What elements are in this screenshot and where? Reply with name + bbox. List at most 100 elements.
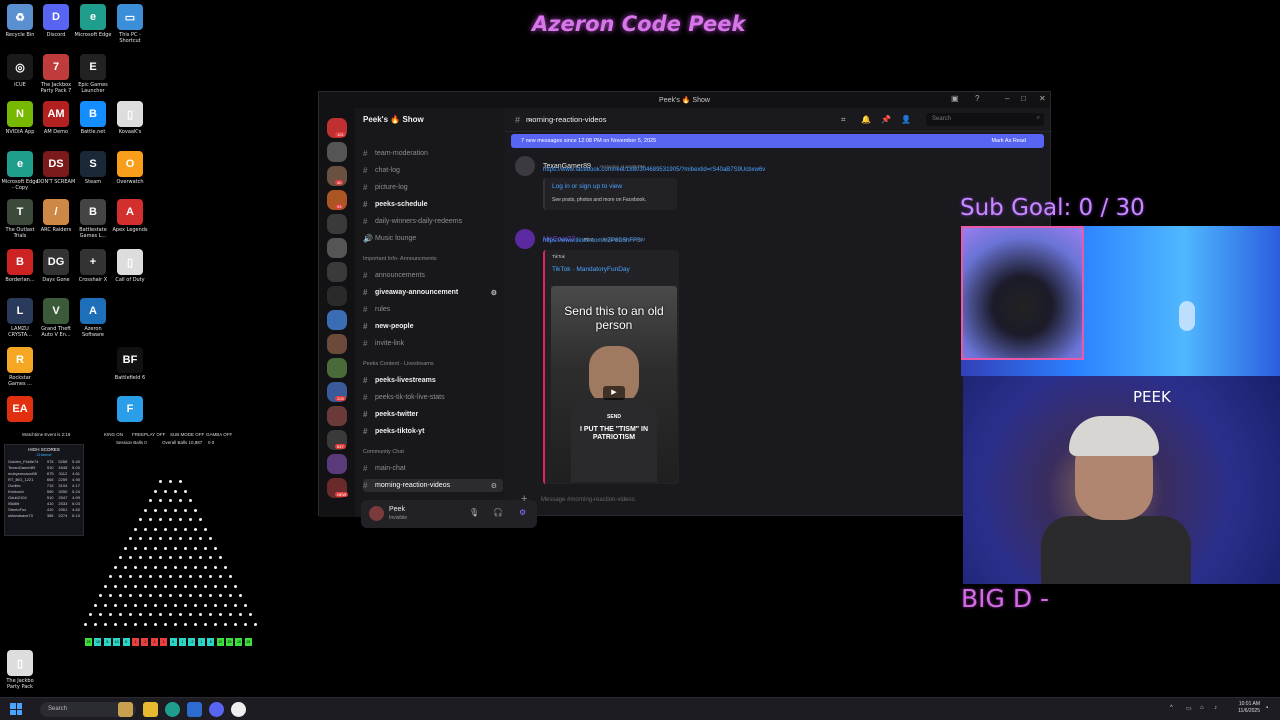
desktop-icon[interactable]: L LAMZU CRYSTA... (0, 298, 40, 338)
channel-item[interactable]: # new-people (363, 320, 503, 333)
display-icon[interactable]: ▭ (1186, 705, 1192, 712)
channel-item[interactable]: # peeks-twitter (363, 408, 503, 421)
desktop-icon[interactable]: e Microsoft Edge (73, 4, 113, 38)
message-link[interactable]: https://www.facebook.com/reel/1880304689… (543, 167, 765, 173)
channel-category[interactable]: Peeks Content - Livestreams (363, 361, 434, 367)
discord-icon[interactable] (209, 702, 224, 717)
embed-title[interactable]: Log in or sign up to view (552, 183, 622, 190)
channel-item[interactable]: 🔊 Music lounge (363, 232, 503, 245)
desktop-icon[interactable]: A Apex Legends (110, 199, 150, 233)
channel-settings-icon[interactable]: ⚙ (491, 482, 497, 490)
pin-icon[interactable]: 📌 (881, 115, 891, 124)
channel-item[interactable]: # rules (363, 303, 503, 316)
channel-item[interactable]: # picture-log (363, 181, 503, 194)
server-icon[interactable] (327, 142, 347, 162)
taskbar-game-icon[interactable] (118, 702, 133, 717)
channel-item[interactable]: # main-chat (363, 462, 503, 475)
close-button[interactable]: ✕ (1039, 94, 1046, 103)
edge-icon[interactable] (165, 702, 180, 717)
server-icon[interactable] (327, 310, 347, 330)
desktop-icon[interactable]: e Microsoft Edge - Copy (0, 151, 40, 191)
message-link[interactable]: https://www.tiktok.com/t/ZP8D5hFFS/ (543, 238, 642, 244)
desktop-icon[interactable]: B Battle.net (73, 101, 113, 135)
start-icon[interactable] (10, 703, 22, 715)
mark-as-read-button[interactable]: Mark As Read (991, 138, 1026, 144)
server-icon[interactable] (327, 334, 347, 354)
desktop-icon[interactable]: ◎ iCUE (0, 54, 40, 88)
channel-item[interactable]: # daily-winners-daily-redeems (363, 215, 503, 228)
channel-item[interactable]: # invite-link (363, 337, 503, 350)
channel-item[interactable]: # peeks-schedule (363, 198, 503, 211)
channel-settings-icon[interactable]: ⚙ (491, 289, 497, 297)
channel-item[interactable]: # announcements (363, 269, 503, 282)
server-icon[interactable] (327, 454, 347, 474)
new-messages-banner[interactable]: 7 new messages since 12:08 PM on Novembe… (511, 134, 1044, 148)
channel-item[interactable]: # chat-log (363, 164, 503, 177)
desktop-icon[interactable]: EA (0, 396, 40, 424)
desktop-icon[interactable]: N NVIDIA App (0, 101, 40, 135)
channel-category[interactable]: Community Chat (363, 449, 404, 455)
tray-chevron-icon[interactable]: ^ (1170, 705, 1173, 711)
members-icon[interactable]: 👤 (901, 115, 911, 124)
desktop-icon[interactable]: ▯ The Jackbo Party Pack (0, 650, 40, 690)
desktop-icon[interactable]: O Overwatch (110, 151, 150, 185)
notifications-icon[interactable]: 🔔 (861, 115, 871, 124)
store-icon[interactable] (187, 702, 202, 717)
video-thumbnail[interactable]: Send this to an old person SEND I PUT TH… (551, 286, 677, 482)
desktop-icon[interactable]: E Epic Games Launcher (73, 54, 113, 94)
clock[interactable]: 10:01 AM 11/6/2025 (1238, 701, 1260, 715)
desktop-icon[interactable]: 7 The Jackbox Party Pack 7 (36, 54, 76, 94)
desktop-icon[interactable]: DS DON'T SCREAM (36, 151, 76, 185)
desktop-icon[interactable]: B Battlestate Games L... (73, 199, 113, 239)
notification-icon[interactable]: ▪ (1266, 705, 1268, 711)
inbox-icon[interactable]: ▣ (951, 94, 959, 103)
desktop-icon[interactable]: AM AM Demo (36, 101, 76, 135)
threads-icon[interactable]: ⌗ (841, 115, 846, 125)
volume-icon[interactable]: ♪ (1214, 705, 1217, 711)
server-icon[interactable] (327, 286, 347, 306)
server-icon[interactable] (327, 406, 347, 426)
avatar[interactable] (515, 156, 535, 176)
microphone-icon[interactable]: 🎙 (469, 508, 479, 517)
avatar[interactable] (369, 506, 384, 521)
desktop-icon[interactable]: ♻ Recycle Bin (0, 4, 40, 38)
desktop-icon[interactable]: BF Battlefield 6 (110, 347, 150, 381)
server-icon[interactable] (327, 238, 347, 258)
search-input[interactable]: Search ⌕ (926, 113, 1044, 126)
file-explorer-icon[interactable] (143, 702, 158, 717)
server-icon[interactable] (327, 214, 347, 234)
server-header[interactable]: Peek's 🔥 Show ⌄ (355, 108, 533, 130)
desktop-icon[interactable]: ▯ Call of Duty (110, 249, 150, 283)
channel-item[interactable]: # peeks-tiktok-yt (363, 425, 503, 438)
channel-item[interactable]: # giveaway-announcement ⚙ (363, 286, 503, 299)
channel-item[interactable]: # team-moderation (363, 147, 503, 160)
desktop-icon[interactable]: V Grand Theft Auto V En... (36, 298, 76, 338)
embed-title[interactable]: TikTok · MandatoryFunDay (552, 266, 630, 273)
desktop-icon[interactable]: D Discord (36, 4, 76, 38)
desktop-icon[interactable]: T The Outlast Trials (0, 199, 40, 239)
play-icon[interactable]: ▶ (603, 386, 625, 400)
desktop-icon[interactable]: + Crosshair X (73, 249, 113, 283)
desktop-icon[interactable]: / ARC Raiders (36, 199, 76, 233)
maximize-button[interactable]: □ (1021, 94, 1026, 103)
desktop-icon[interactable]: S Steam (73, 151, 113, 185)
channel-item[interactable]: # peeks-tik-tok-live-stats (363, 391, 503, 404)
help-icon[interactable]: ? (975, 94, 979, 103)
minimize-button[interactable]: – (1005, 94, 1009, 103)
desktop-icon[interactable]: R Rockstar Games ... (0, 347, 40, 387)
desktop-icon[interactable]: DG Days Gone (36, 249, 76, 283)
desktop-icon[interactable]: A Azeron Software (73, 298, 113, 338)
headphones-icon[interactable]: 🎧 (493, 508, 503, 517)
server-icon[interactable] (327, 262, 347, 282)
desktop-icon[interactable]: B Borderlan... (0, 249, 40, 283)
avatar[interactable] (515, 229, 535, 249)
desktop-icon[interactable]: F (110, 396, 150, 424)
channel-item[interactable]: # peeks-livestreams (363, 374, 503, 387)
network-icon[interactable]: ⌂ (1200, 705, 1204, 711)
channel-item[interactable]: # morning-reaction-videos ⚙ (363, 479, 503, 492)
add-attachment-icon[interactable]: + (521, 493, 527, 505)
desktop-icon[interactable]: ▭ This PC - Shortcut (110, 4, 150, 44)
channel-category[interactable]: Important Info- Announcments (363, 256, 437, 262)
obs-icon[interactable] (231, 702, 246, 717)
server-icon[interactable] (327, 358, 347, 378)
